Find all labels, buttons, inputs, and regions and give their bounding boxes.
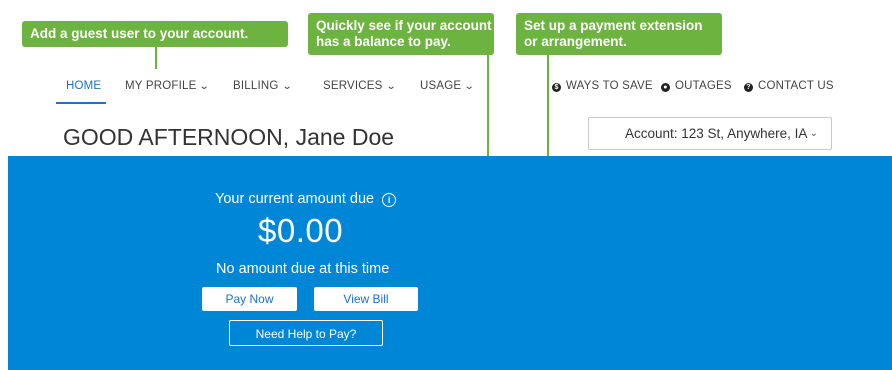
nav-contact-us[interactable]: ? CONTACT US: [744, 80, 834, 92]
billing-summary-panel: [8, 156, 892, 370]
chevron-down-icon: ⌄: [809, 128, 818, 139]
amount-due-status: No amount due at this time: [216, 261, 390, 277]
nav-services-label: SERVICES: [323, 80, 383, 92]
nav-ways-to-save[interactable]: $ WAYS TO SAVE: [552, 80, 653, 92]
callout-guest-connector: [155, 47, 157, 69]
question-icon: ?: [744, 83, 753, 92]
callout-balance-line2: has a balance to pay.: [316, 34, 451, 49]
callout-balance-line1: Quickly see if your account: [316, 18, 492, 33]
nav-outages-label: OUTAGES: [675, 80, 732, 92]
nav-ways-to-save-label: WAYS TO SAVE: [566, 80, 653, 92]
amount-due-text: Your current amount due: [215, 191, 375, 207]
nav-outages[interactable]: ● OUTAGES: [661, 80, 732, 92]
need-help-to-pay-button[interactable]: Need Help to Pay?: [229, 320, 383, 346]
amount-due-label: Your current amount due i: [215, 191, 397, 207]
nav-billing-label: BILLING: [233, 80, 279, 92]
chevron-down-icon: ⌄: [463, 81, 476, 92]
main-nav: HOME MY PROFILE ⌄ BILLING ⌄ SERVICES ⌄ USAG…: [0, 72, 892, 106]
page-greeting: GOOD AFTERNOON, Jane Doe: [63, 124, 395, 150]
nav-billing[interactable]: BILLING ⌄: [233, 80, 293, 92]
nav-home-label: HOME: [66, 80, 102, 92]
nav-active-indicator: [56, 102, 106, 104]
account-select[interactable]: Account: 123 St, Anywhere, IA ⌄: [588, 117, 832, 150]
account-select-value: Account: 123 St, Anywhere, IA: [625, 126, 808, 141]
callout-payment-line2: or arrangement.: [524, 34, 627, 49]
pay-now-button[interactable]: Pay Now: [202, 287, 297, 311]
callout-balance: Quickly see if your account has a balanc…: [308, 13, 494, 55]
nav-my-profile-label: MY PROFILE: [125, 80, 197, 92]
callout-guest-user: Add a guest user to your account.: [22, 21, 288, 47]
callout-guest-text: Add a guest user to your account.: [30, 26, 249, 41]
nav-home[interactable]: HOME: [66, 80, 101, 92]
power-icon: ●: [661, 83, 670, 92]
info-icon[interactable]: i: [382, 193, 397, 207]
amount-due-value: $0.00: [258, 212, 344, 249]
callout-payment-line1: Set up a payment extension: [524, 18, 703, 33]
chevron-down-icon: ⌄: [385, 81, 397, 92]
chevron-down-icon: ⌄: [281, 81, 293, 92]
dollar-icon: $: [552, 83, 561, 92]
callout-payment: Set up a payment extension or arrangemen…: [516, 13, 722, 55]
nav-usage[interactable]: USAGE ⌄: [420, 80, 476, 92]
nav-services[interactable]: SERVICES ⌄: [323, 80, 397, 92]
view-bill-button[interactable]: View Bill: [314, 287, 418, 311]
nav-contact-us-label: CONTACT US: [758, 80, 834, 92]
nav-usage-label: USAGE: [420, 80, 462, 92]
nav-my-profile[interactable]: MY PROFILE ⌄: [125, 80, 211, 92]
chevron-down-icon: ⌄: [199, 81, 211, 92]
